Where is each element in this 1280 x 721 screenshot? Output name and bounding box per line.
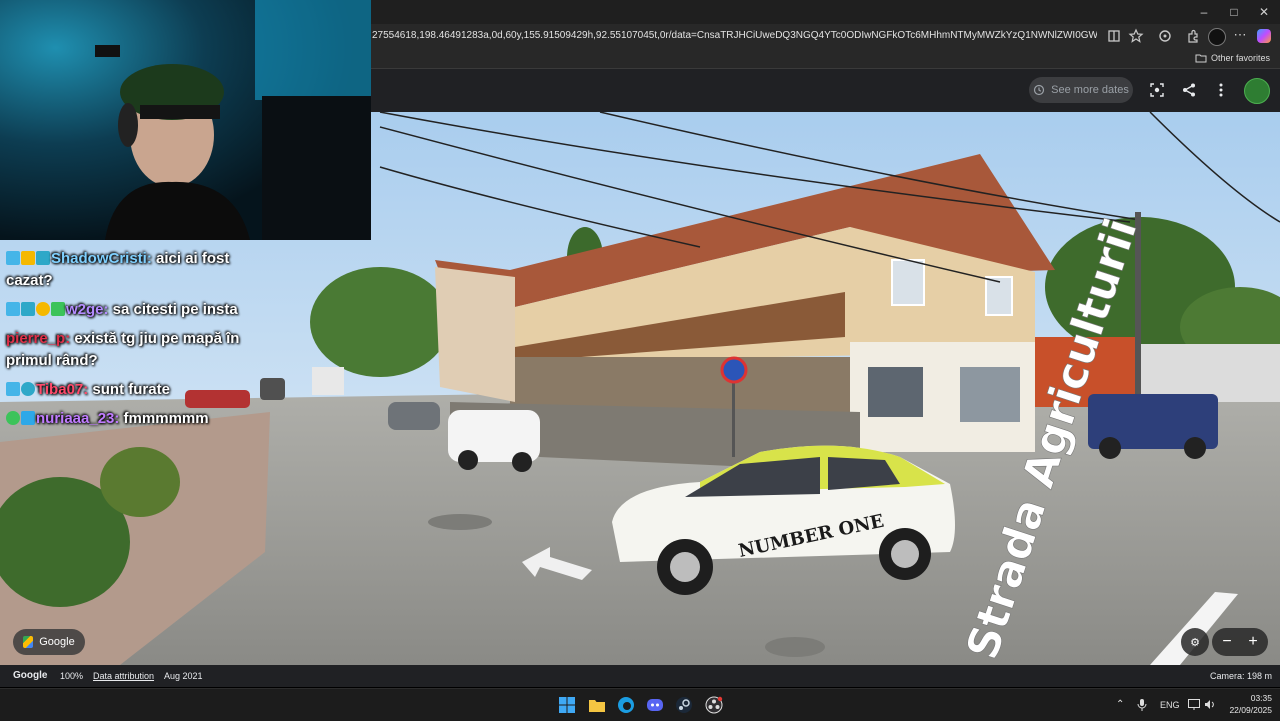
zoom-in-button[interactable]: + xyxy=(1242,628,1264,656)
windows-start-icon[interactable] xyxy=(558,696,576,714)
extensions-icon[interactable] xyxy=(1157,28,1173,44)
stream-chat: ShadowCristi: aici ai fost cazat? w2ge: … xyxy=(6,248,246,437)
chat-username: ShadowCristi: xyxy=(51,250,152,267)
car-far-1 xyxy=(388,402,440,430)
share-icon[interactable] xyxy=(1179,80,1199,100)
chat-text: sa citesti pe insta xyxy=(108,301,238,318)
chat-username: w2ge: xyxy=(66,301,109,318)
data-attribution-link[interactable]: Data attribution xyxy=(93,665,154,687)
badge-icon xyxy=(51,302,65,316)
minimize-icon[interactable]: – xyxy=(1188,0,1220,24)
zoom-level: 100% xyxy=(60,671,84,681)
compass-button[interactable]: ⚙ xyxy=(1181,628,1209,656)
discord-icon[interactable] xyxy=(646,696,664,714)
chat-message: Tiba07: sunt furate xyxy=(6,379,246,401)
chat-text: fmmmmmm xyxy=(119,410,209,427)
no-parking-sign xyxy=(720,356,748,384)
chat-message: w2ge: sa citesti pe insta xyxy=(6,299,246,321)
maximize-icon[interactable]: □ xyxy=(1218,0,1250,24)
other-favorites[interactable]: Other favorites xyxy=(1195,50,1270,66)
camera-distance: Camera: 198 m xyxy=(1210,671,1273,681)
badge-icon xyxy=(36,251,50,265)
more-options-icon[interactable] xyxy=(1211,80,1231,100)
badge-icon xyxy=(6,411,20,425)
chat-message: nuriaaa_23: fmmmmmm xyxy=(6,408,246,430)
clock[interactable]: 03:35 22/09/2025 xyxy=(1226,692,1272,716)
crown-icon xyxy=(21,251,35,265)
obs-icon[interactable] xyxy=(705,696,723,714)
menu-icon[interactable]: ⋯ xyxy=(1232,24,1248,48)
side-building xyxy=(435,267,515,402)
see-more-dates-label: See more dates xyxy=(1051,84,1129,96)
badge-icon xyxy=(6,382,20,396)
streetview-footer: Google 100% Data attribution Aug 2021 Ca… xyxy=(0,665,1280,687)
account-avatar-icon[interactable] xyxy=(1244,78,1270,104)
file-explorer-icon[interactable] xyxy=(588,696,606,714)
reading-mode-icon[interactable] xyxy=(1106,28,1122,44)
puzzle-icon[interactable] xyxy=(1185,28,1201,44)
url-text[interactable]: 27554618,198.46491283a,0d,60y,155.915094… xyxy=(372,24,1097,48)
badge-icon xyxy=(21,302,35,316)
copilot-icon[interactable] xyxy=(1257,29,1271,43)
chat-username: pierre_p: xyxy=(6,330,71,347)
star-icon[interactable] xyxy=(1128,28,1144,44)
windows-taskbar: ⌃ ENG 03:35 22/09/2025 xyxy=(0,688,1280,721)
display-icon[interactable] xyxy=(1188,699,1200,710)
tray-overflow-icon[interactable]: ⌃ xyxy=(1116,689,1124,721)
folder-icon xyxy=(1195,54,1207,63)
google-chip-button[interactable]: Google xyxy=(13,629,85,655)
edge-browser-icon[interactable] xyxy=(617,696,635,714)
google-logo: Google xyxy=(13,670,48,681)
google-chip-label: Google xyxy=(39,636,75,648)
chat-username: Tiba07: xyxy=(36,381,89,398)
see-more-dates-button[interactable]: See more dates xyxy=(1029,77,1133,103)
clock-time: 03:35 xyxy=(1250,693,1272,703)
screenshot-icon[interactable] xyxy=(1147,80,1167,100)
imagery-date: Aug 2021 xyxy=(164,671,203,681)
badge-icon xyxy=(6,302,20,316)
chat-username: nuriaaa_23: xyxy=(36,410,120,427)
zoom-out-button[interactable]: − xyxy=(1216,628,1238,656)
history-icon xyxy=(1034,84,1045,96)
steam-icon[interactable] xyxy=(675,696,693,714)
webcam-overlay xyxy=(0,0,371,240)
volume-icon[interactable] xyxy=(1204,699,1216,710)
chat-message: pierre_p: există tg jiu pe mapă în primu… xyxy=(6,328,246,372)
google-maps-icon xyxy=(23,636,34,648)
badge-icon xyxy=(21,382,35,396)
tree-left xyxy=(310,267,450,377)
badge-icon xyxy=(36,302,50,316)
clock-date: 22/09/2025 xyxy=(1229,705,1272,715)
badge-icon xyxy=(6,251,20,265)
badge-icon xyxy=(21,411,35,425)
profile-icon[interactable] xyxy=(1208,28,1226,46)
microphone-icon[interactable] xyxy=(1137,699,1147,711)
chat-text: sunt furate xyxy=(88,381,170,398)
other-favorites-label: Other favorites xyxy=(1210,53,1270,63)
chat-message: ShadowCristi: aici ai fost cazat? xyxy=(6,248,246,292)
language-indicator[interactable]: ENG xyxy=(1160,689,1180,721)
close-icon[interactable]: ✕ xyxy=(1248,0,1280,24)
